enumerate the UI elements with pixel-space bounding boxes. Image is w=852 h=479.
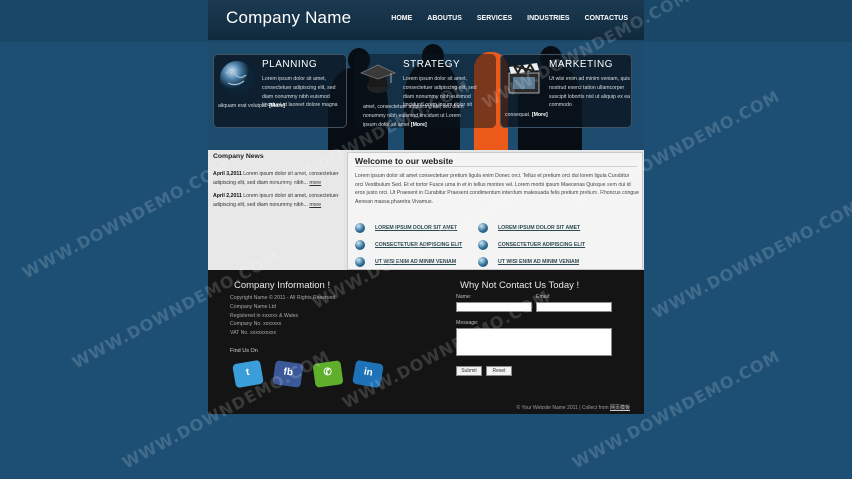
copyright-link[interactable]: 网页模板: [610, 405, 630, 411]
watermark: WWW.DOWNDEMO.COM: [649, 196, 852, 323]
message-label: Message:: [456, 320, 479, 326]
welcome-link[interactable]: CONSECTETUER ADIPISCING ELIT: [355, 240, 462, 250]
site-logo[interactable]: Company Name: [226, 8, 351, 28]
divider: [355, 166, 637, 167]
company-news: Company News April 3,2011 Lorem ipsum do…: [208, 150, 344, 270]
feature-box-marketing: MARKETING Ut wisi enim ad minim veniam, …: [500, 54, 632, 128]
name-field[interactable]: [456, 302, 532, 312]
welcome-link[interactable]: UT WISI ENIM AD MINIM VENIAM: [478, 257, 579, 267]
more-link[interactable]: [More]: [532, 112, 548, 118]
welcome-link[interactable]: UT WISI ENIM AD MINIM VENIAM: [355, 257, 456, 267]
nav-industries[interactable]: INDUSTRIES: [527, 15, 569, 22]
bullet-ball-icon: [355, 223, 365, 233]
facebook-icon[interactable]: fb: [272, 360, 304, 388]
feature-box-planning: PLANNING Lorem ipsum dolor sit amet, con…: [213, 54, 347, 128]
welcome-link[interactable]: LOREM IPSUM DOLOR SIT AMET: [478, 223, 580, 233]
twitter-icon[interactable]: t: [232, 359, 264, 389]
more-link[interactable]: [More]: [411, 122, 427, 128]
copyright: © Your Website Name 2011 | Collect from …: [516, 405, 630, 411]
feature-text-cont: amet, consectetuer adipiscing elit, sed …: [363, 104, 464, 128]
contact-title: Why Not Contact Us Today !: [460, 280, 580, 291]
news-more-link[interactable]: more: [309, 202, 321, 208]
news-item: April 3,2011 Lorem ipsum dolor sit amet,…: [213, 171, 339, 186]
feature-text-cont: aliquam erat volutpat. [More]: [218, 103, 285, 109]
more-link[interactable]: [More]: [269, 103, 285, 109]
header: Company Name HOME ABOUTUS SERVICES INDUS…: [208, 0, 644, 40]
reset-button[interactable]: Reset: [486, 366, 512, 376]
main-nav: HOME ABOUTUS SERVICES INDUSTRIES CONTACT…: [376, 15, 628, 22]
content-area: Company News April 3,2011 Lorem ipsum do…: [208, 150, 644, 270]
bullet-ball-icon: [478, 240, 488, 250]
feature-title: PLANNING: [262, 59, 318, 70]
email-field[interactable]: [536, 302, 612, 312]
feature-title: STRATEGY: [403, 59, 461, 70]
watermark: WWW.DOWNDEMO.COM: [19, 156, 234, 283]
linkedin-icon[interactable]: in: [352, 359, 384, 389]
bullet-ball-icon: [355, 240, 365, 250]
feature-box-strategy: STRATEGY Lorem ipsum dolor sit amet, con…: [354, 54, 496, 128]
news-more-link[interactable]: more: [309, 180, 321, 186]
phone-icon[interactable]: ✆: [312, 360, 344, 388]
company-info: Copyright Name © 2011 - All Rights Reser…: [230, 295, 336, 337]
footer: Company Information ! Copyright Name © 2…: [208, 270, 644, 414]
company-info-title: Company Information !: [234, 280, 331, 291]
bullet-ball-icon: [355, 257, 365, 267]
nav-aboutus[interactable]: ABOUTUS: [427, 15, 462, 22]
graduation-cap-icon: [359, 64, 397, 93]
news-title: Company News: [213, 153, 264, 160]
email-label: Email:: [536, 294, 551, 300]
submit-button[interactable]: Submit: [456, 366, 482, 376]
feature-text-cont: consequat. [More]: [505, 112, 548, 118]
hero-banner: PLANNING Lorem ipsum dolor sit amet, con…: [208, 42, 644, 150]
welcome-title: Welcome to our website: [355, 156, 454, 166]
globe-icon: [220, 61, 254, 95]
nav-home[interactable]: HOME: [391, 15, 412, 22]
welcome-link[interactable]: LOREM IPSUM DOLOR SIT AMET: [355, 223, 457, 233]
name-label: Name:: [456, 294, 472, 300]
nav-contactus[interactable]: CONTACTUS: [585, 15, 628, 22]
welcome-text: Lorem ipsum dolor sit amet consectetuer …: [355, 173, 640, 205]
nav-services[interactable]: SERVICES: [477, 15, 512, 22]
welcome-link[interactable]: CONSECTETUER ADIPISCING ELIT: [478, 240, 585, 250]
feature-text: Ut wisi enim ad minim veniam, quis nostr…: [549, 76, 631, 109]
feature-title: MARKETING: [549, 59, 613, 70]
welcome-panel: Welcome to our website Lorem ipsum dolor…: [347, 152, 643, 270]
clapperboard-icon: [508, 61, 540, 94]
bullet-ball-icon: [478, 257, 488, 267]
message-field[interactable]: [456, 328, 612, 356]
find-us-label: Find Us On: [230, 348, 258, 354]
news-item: April 2,2011 Lorem ipsum dolor sit amet,…: [213, 193, 339, 208]
bullet-ball-icon: [478, 223, 488, 233]
